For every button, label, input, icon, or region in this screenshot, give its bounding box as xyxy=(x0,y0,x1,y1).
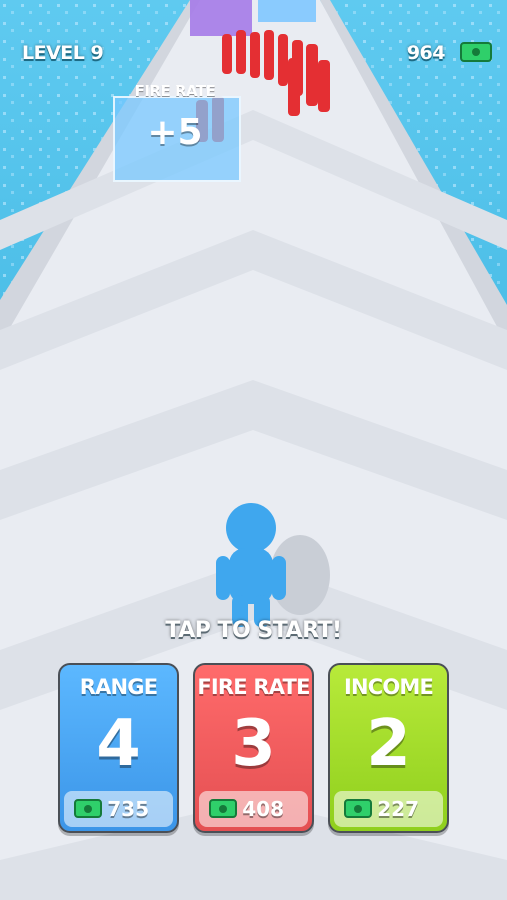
money-count: 964 xyxy=(406,42,446,64)
upgrade-price-bar: 227 xyxy=(334,791,443,827)
gate-value: +5 xyxy=(147,112,203,153)
upgrade-card-income[interactable]: INCOME 2 227 xyxy=(328,663,449,833)
cash-icon xyxy=(344,799,372,818)
cash-icon xyxy=(209,799,237,818)
upgrade-level: 4 xyxy=(96,707,141,781)
upgrade-price: 227 xyxy=(377,797,419,821)
upgrade-title: RANGE xyxy=(79,675,158,699)
upgrade-level: 3 xyxy=(231,707,276,781)
upgrade-level: 2 xyxy=(366,707,411,781)
gate-label: FIRE RATE xyxy=(134,82,216,100)
upgrade-card-fire-rate[interactable]: FIRE RATE 3 408 xyxy=(193,663,314,833)
upgrade-price-bar: 408 xyxy=(199,791,308,827)
upgrade-title: INCOME xyxy=(343,675,434,699)
cash-icon xyxy=(74,799,102,818)
upgrade-price-bar: 735 xyxy=(64,791,173,827)
level-indicator: LEVEL 9 xyxy=(22,42,104,64)
upgrade-price: 408 xyxy=(242,797,284,821)
cash-icon xyxy=(460,42,492,62)
upgrade-price: 735 xyxy=(107,797,149,821)
far-gate-blue xyxy=(258,0,316,22)
upgrade-title: FIRE RATE xyxy=(197,675,310,699)
upgrade-card-range[interactable]: RANGE 4 735 xyxy=(58,663,179,833)
tap-to-start-prompt[interactable]: TAP TO START! xyxy=(0,618,507,643)
